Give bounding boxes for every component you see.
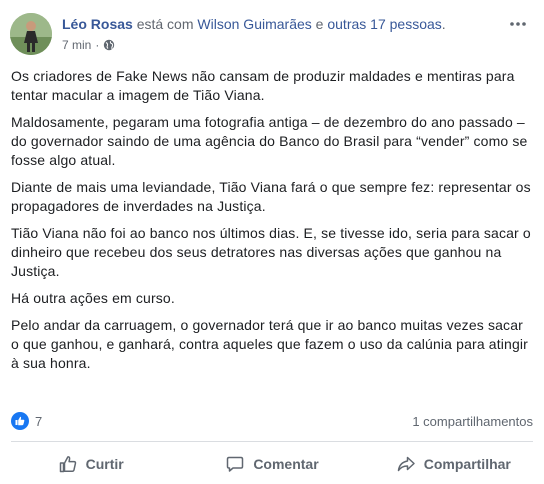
post-meta: 7 min ·	[62, 38, 115, 52]
share-label: Compartilhar	[423, 456, 511, 472]
share-button[interactable]: Compartilhar	[363, 447, 544, 481]
post-paragraph: Tião Viana não foi ao banco nos últimos …	[11, 225, 531, 279]
with-text: está com	[132, 16, 198, 32]
speech-bubble-icon	[225, 454, 245, 474]
comment-label: Comentar	[253, 456, 319, 472]
like-button[interactable]: Curtir	[0, 447, 181, 481]
post-headline: Léo Rosas está com Wilson Guimarães e ou…	[62, 16, 446, 32]
period-text: .	[441, 16, 446, 32]
reactions-summary[interactable]: 7	[11, 412, 42, 430]
tagged-person[interactable]: Wilson Guimarães	[197, 16, 311, 32]
post-stats: 7 1 compartilhamentos	[11, 412, 533, 432]
post-actions: Curtir Comentar Compartilhar	[0, 447, 544, 481]
meta-separator: ·	[95, 38, 100, 52]
and-text: e	[311, 16, 328, 32]
thumbs-up-icon	[11, 412, 29, 430]
like-label: Curtir	[85, 456, 124, 472]
author-avatar[interactable]	[10, 13, 52, 55]
post-paragraph: Os criadores de Fake News não cansam de …	[11, 68, 515, 103]
likes-count: 7	[35, 413, 43, 429]
globe-icon[interactable]	[103, 39, 115, 51]
share-arrow-icon	[396, 454, 416, 474]
more-options-icon[interactable]	[506, 12, 530, 36]
shares-count[interactable]: 1 compartilhamentos	[412, 414, 533, 429]
divider	[11, 441, 533, 442]
thumbs-up-outline-icon	[58, 454, 78, 474]
post-header: Léo Rosas está com Wilson Guimarães e ou…	[10, 12, 530, 60]
author-name[interactable]: Léo Rosas	[62, 16, 133, 32]
post-paragraph: Maldosamente, pegaram uma fotografia ant…	[11, 114, 528, 168]
facebook-post: Léo Rosas está com Wilson Guimarães e ou…	[0, 0, 544, 484]
post-paragraph: Pelo andar da carruagem, o governador te…	[11, 317, 528, 371]
post-paragraph: Diante de mais uma leviandade, Tião Vian…	[11, 179, 531, 214]
post-body: Os criadores de Fake News não cansam de …	[11, 67, 533, 381]
post-time[interactable]: 7 min	[62, 38, 91, 52]
others-link[interactable]: outras 17 pessoas	[327, 16, 441, 32]
post-paragraph: Há outra ações em curso.	[11, 290, 175, 306]
comment-button[interactable]: Comentar	[181, 447, 362, 481]
